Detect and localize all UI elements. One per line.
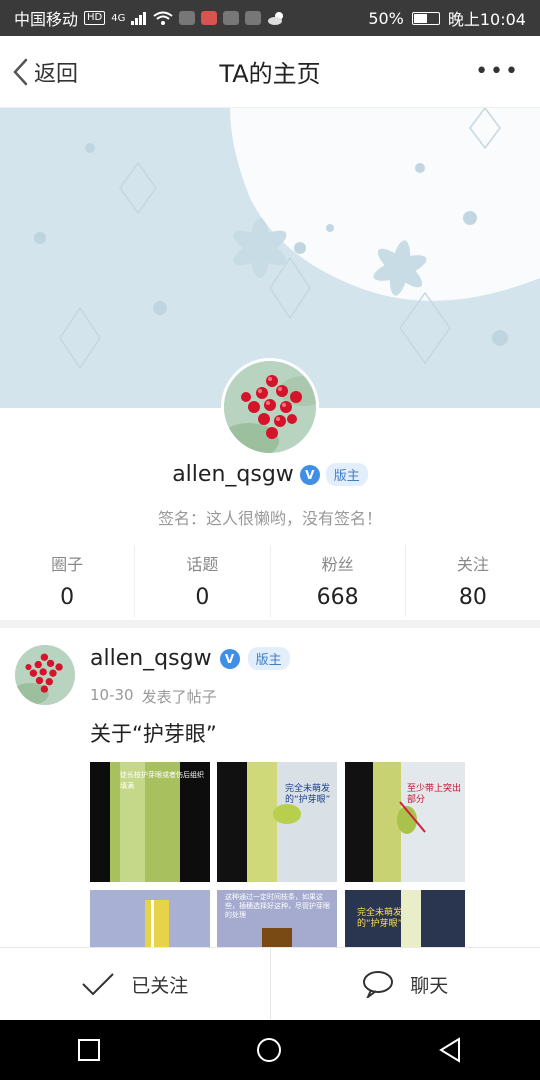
profile-stats: 圈子 0 话题 0 粉丝 668 关注 80	[0, 545, 540, 617]
stat-label: 粉丝	[321, 555, 354, 574]
video-app-icon	[245, 11, 262, 25]
post-title[interactable]: 关于“护芽眼”	[90, 718, 217, 748]
section-divider	[0, 620, 540, 628]
stat-value: 668	[316, 585, 359, 610]
follow-label: 已关注	[131, 974, 189, 997]
stat-fans[interactable]: 粉丝 668	[271, 545, 406, 617]
role-badge: 版主	[325, 463, 368, 486]
verified-icon: V	[299, 464, 320, 485]
system-nav-bar	[0, 1020, 540, 1080]
role-badge: 版主	[247, 647, 290, 670]
verified-icon: V	[219, 648, 240, 669]
stat-label: 关注	[456, 555, 489, 574]
post-image-4[interactable]	[90, 890, 210, 947]
hd-badge: HD	[84, 11, 106, 25]
post-action: 发表了帖子	[141, 688, 217, 706]
bottom-action-bar: 已关注 聊天	[0, 947, 540, 1020]
page-title: TA的主页	[219, 60, 321, 88]
stat-label: 圈子	[51, 555, 84, 574]
book-app-icon	[201, 11, 218, 25]
app-notification-icon	[179, 11, 196, 25]
recent-apps-icon[interactable]	[77, 1038, 101, 1062]
back-label: 返回	[34, 61, 79, 87]
tiktok-icon	[223, 11, 240, 25]
profile-signature: 签名：这人很懒哟，没有签名！	[157, 509, 382, 528]
post-image-5[interactable]: 这种通过一定时间枝条，如果这些，插穗选择好这种，尽管护芽眼的处理	[217, 890, 337, 947]
chat-label: 聊天	[410, 974, 449, 997]
clock: 晚上10:04	[447, 10, 526, 29]
image-caption: 至少带上突出部分	[407, 784, 462, 805]
back-nav-icon[interactable]	[437, 1037, 463, 1063]
post-meta: 10-30 发表了帖子	[90, 686, 217, 707]
checkmark-icon	[82, 973, 114, 996]
stat-value: 80	[458, 585, 487, 610]
post-image-1[interactable]: 徒长枝护芽眼或者伤后组织填满	[90, 762, 210, 882]
weather-icon	[268, 12, 284, 25]
image-caption: 完全未萌发的“护芽眼”	[285, 784, 331, 805]
post-image-6[interactable]: 完全未萌发的“护芽眼”	[345, 890, 465, 947]
battery-percent: 50%	[368, 8, 404, 28]
stat-topics[interactable]: 话题 0	[135, 545, 271, 617]
stat-circles[interactable]: 圈子 0	[0, 545, 136, 617]
chevron-left-icon	[13, 58, 28, 85]
status-bar: 中国移动 HD 4G 50% 晚上10:04	[0, 0, 540, 36]
image-caption: 完全未萌发的“护芽眼”	[357, 908, 403, 929]
network-label: 4G	[111, 12, 126, 24]
wifi-icon	[153, 11, 173, 25]
carrier-label: 中国移动	[14, 10, 79, 29]
stat-value: 0	[60, 585, 75, 610]
chat-bubble-icon	[363, 971, 394, 998]
signal-icon	[131, 12, 147, 25]
top-nav-bar: 返回 TA的主页 •••	[0, 36, 540, 108]
image-caption: 这种通过一定时间枝条，如果这些，插穗选择好这种，尽管护芽眼的处理	[225, 893, 330, 919]
post-author-name[interactable]: allen_qsgw	[90, 646, 212, 671]
profile-name-row: allen_qsgw V 版主	[0, 462, 540, 487]
chat-button[interactable]: 聊天	[271, 948, 540, 1020]
post-author-avatar[interactable]	[15, 645, 75, 705]
post-image-2[interactable]: 完全未萌发的“护芽眼”	[217, 762, 337, 882]
post-author-row: allen_qsgw V 版主	[90, 646, 290, 671]
post-image-3[interactable]: 至少带上突出部分	[345, 762, 465, 882]
post-date: 10-30	[90, 686, 134, 704]
follow-button[interactable]: 已关注	[0, 948, 271, 1020]
stat-following[interactable]: 关注 80	[406, 545, 540, 617]
battery-icon	[411, 11, 440, 25]
profile-username: allen_qsgw	[172, 462, 294, 487]
back-button[interactable]: 返回	[0, 56, 78, 88]
image-caption: 徒长枝护芽眼或者伤后组织填满	[120, 771, 204, 790]
more-options-button[interactable]: •••	[475, 59, 520, 84]
stat-value: 0	[195, 585, 210, 610]
stat-label: 话题	[186, 555, 219, 574]
home-icon[interactable]	[255, 1036, 283, 1064]
profile-avatar[interactable]	[221, 358, 319, 456]
